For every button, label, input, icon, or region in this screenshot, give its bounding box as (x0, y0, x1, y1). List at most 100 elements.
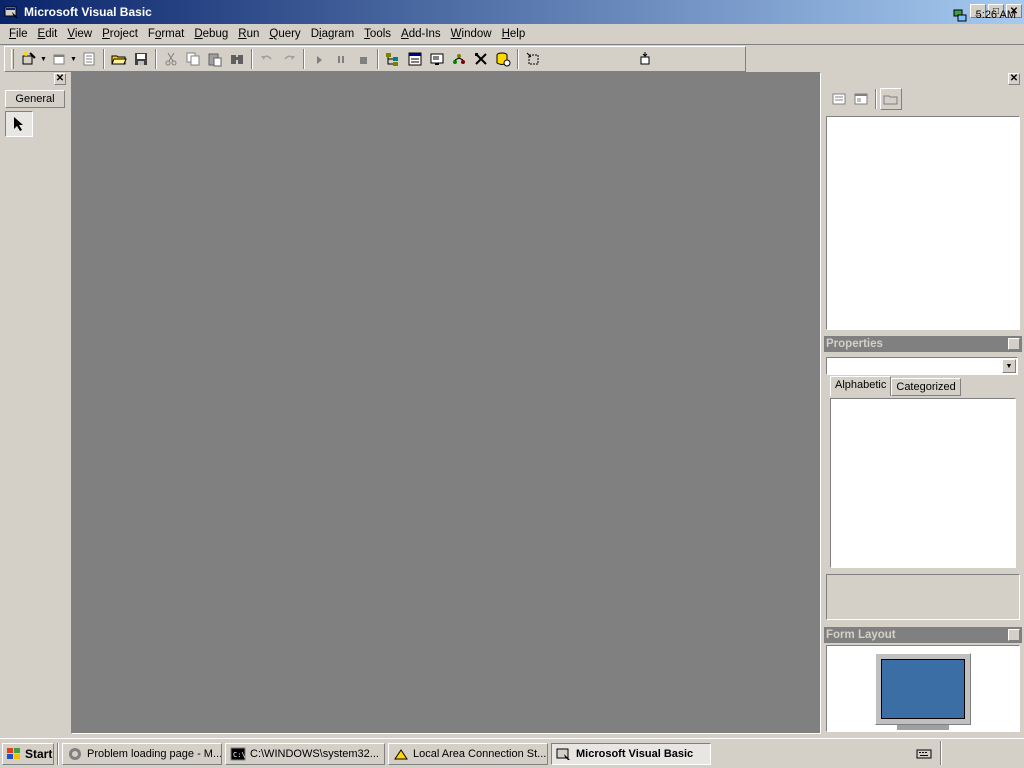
chevron-down-icon[interactable]: ▼ (40, 56, 48, 63)
copy-icon[interactable] (182, 48, 204, 70)
start-button[interactable]: Start (2, 742, 54, 765)
toolbox-header: ✕ (2, 72, 68, 86)
close-icon[interactable]: ✕ (1008, 338, 1020, 350)
property-grid[interactable] (830, 398, 1016, 568)
start-label: Start (25, 746, 53, 761)
project-explorer-icon[interactable] (382, 48, 404, 70)
object-combo[interactable]: ▼ (826, 357, 1018, 375)
menu-query[interactable]: Query (264, 28, 305, 40)
task-label: C:\WINDOWS\system32... (250, 747, 379, 760)
keyboard-icon[interactable] (916, 745, 932, 761)
break-icon[interactable] (330, 48, 352, 70)
task-label: Problem loading page - M... (87, 747, 222, 760)
vb-icon (556, 748, 570, 760)
firefox-icon (69, 747, 81, 760)
form-layout-icon[interactable] (426, 48, 448, 70)
form-layout-title: Form Layout (826, 629, 896, 641)
property-description (826, 574, 1020, 620)
toggle-folders-icon[interactable] (880, 88, 902, 110)
toolbar-grip[interactable] (11, 49, 14, 69)
menu-diagram[interactable]: Diagram (306, 28, 359, 40)
toolbar-separator (103, 49, 105, 69)
paste-icon[interactable] (204, 48, 226, 70)
monitor-screen[interactable] (881, 659, 965, 719)
close-icon[interactable]: ✕ (1008, 73, 1020, 85)
task-button[interactable]: Microsoft Visual Basic (551, 742, 711, 765)
toolbar-separator (377, 49, 379, 69)
task-button[interactable]: Local Area Connection St... (388, 742, 548, 765)
properties-window-icon[interactable] (404, 48, 426, 70)
menu-project[interactable]: Project (97, 28, 143, 40)
end-icon[interactable] (352, 48, 374, 70)
menu-format[interactable]: Format (143, 28, 189, 40)
properties-title: Properties (826, 338, 883, 350)
position-size-icon[interactable] (634, 48, 656, 70)
project-explorer-header: ✕ (824, 72, 1022, 86)
view-object-icon[interactable] (850, 88, 872, 110)
properties-title-bar[interactable]: Properties ✕ (824, 336, 1022, 352)
object-browser-icon[interactable] (448, 48, 470, 70)
pointer-icon (14, 117, 23, 131)
toolbar-separator (517, 49, 519, 69)
cut-icon[interactable] (160, 48, 182, 70)
data-view-icon[interactable] (492, 48, 514, 70)
toolbox-window: ✕ General (2, 72, 68, 734)
task-button[interactable]: C:\ C:\WINDOWS\system32... (225, 742, 385, 765)
toolbox-tab-general[interactable]: General (5, 90, 65, 108)
menu-debug[interactable]: Debug (189, 28, 233, 40)
menu-view[interactable]: View (62, 28, 97, 40)
clock[interactable]: 5:26 AM (976, 9, 1016, 21)
menu-file[interactable]: File (4, 28, 33, 40)
component-manager-icon[interactable] (522, 48, 544, 70)
properties-window: Properties ✕ ▼ Alphabetic Categorized (824, 336, 1022, 622)
standard-toolbar: ▼ ▼ (4, 46, 746, 72)
menu-bar: File Edit View Project Format Debug Run Query Di… (0, 24, 1024, 45)
title-bar[interactable]: Microsoft Visual Basic _ □ ✕ (0, 0, 1024, 24)
toolbar-separator (155, 49, 157, 69)
chevron-down-icon[interactable]: ▼ (1002, 359, 1016, 373)
redo-icon[interactable] (278, 48, 300, 70)
project-explorer-toolbar (824, 86, 1022, 112)
menu-add-ins[interactable]: Add-Ins (396, 28, 446, 40)
menu-window[interactable]: Window (446, 28, 497, 40)
pointer-tool[interactable] (5, 111, 33, 137)
tab-categorized[interactable]: Categorized (891, 378, 961, 396)
start-icon[interactable] (308, 48, 330, 70)
view-code-icon[interactable] (828, 88, 850, 110)
find-icon[interactable] (226, 48, 248, 70)
menu-edit[interactable]: Edit (33, 28, 63, 40)
undo-icon[interactable] (256, 48, 278, 70)
vb-app-icon[interactable] (4, 4, 20, 20)
project-tree[interactable] (826, 116, 1020, 330)
chevron-down-icon[interactable]: ▼ (70, 56, 78, 63)
task-button[interactable]: Problem loading page - M... (62, 742, 222, 765)
add-form-icon[interactable] (48, 48, 70, 70)
window-title: Microsoft Visual Basic (24, 5, 152, 19)
toolbar-separator (251, 49, 253, 69)
add-project-icon[interactable] (18, 48, 40, 70)
project-explorer: ✕ (824, 72, 1022, 332)
save-icon[interactable] (130, 48, 152, 70)
menu-help[interactable]: Help (497, 28, 531, 40)
taskbar: Start Problem loading page - M... C:\ C:\W… (0, 738, 1024, 768)
task-label: Microsoft Visual Basic (576, 747, 694, 760)
form-layout-title-bar[interactable]: Form Layout ✕ (824, 627, 1022, 643)
form-layout-area[interactable] (826, 645, 1020, 732)
menu-editor-icon[interactable] (78, 48, 100, 70)
close-icon[interactable]: ✕ (1008, 629, 1020, 641)
mdi-workspace[interactable] (71, 72, 821, 734)
monitor-stand (897, 725, 949, 730)
network-icon (394, 748, 408, 759)
tray-separator (940, 741, 942, 765)
tab-alphabetic[interactable]: Alphabetic (830, 376, 892, 396)
toolbox-icon[interactable] (470, 48, 492, 70)
svg-text:C:\: C:\ (233, 751, 246, 759)
network-tray-icon[interactable] (952, 7, 968, 23)
open-folder-icon[interactable] (108, 48, 130, 70)
menu-tools[interactable]: Tools (359, 28, 396, 40)
taskbar-separator (57, 742, 59, 765)
close-icon[interactable]: ✕ (54, 73, 66, 85)
menu-run[interactable]: Run (233, 28, 264, 40)
toolbar-separator (303, 49, 305, 69)
monitor-icon (875, 653, 971, 725)
